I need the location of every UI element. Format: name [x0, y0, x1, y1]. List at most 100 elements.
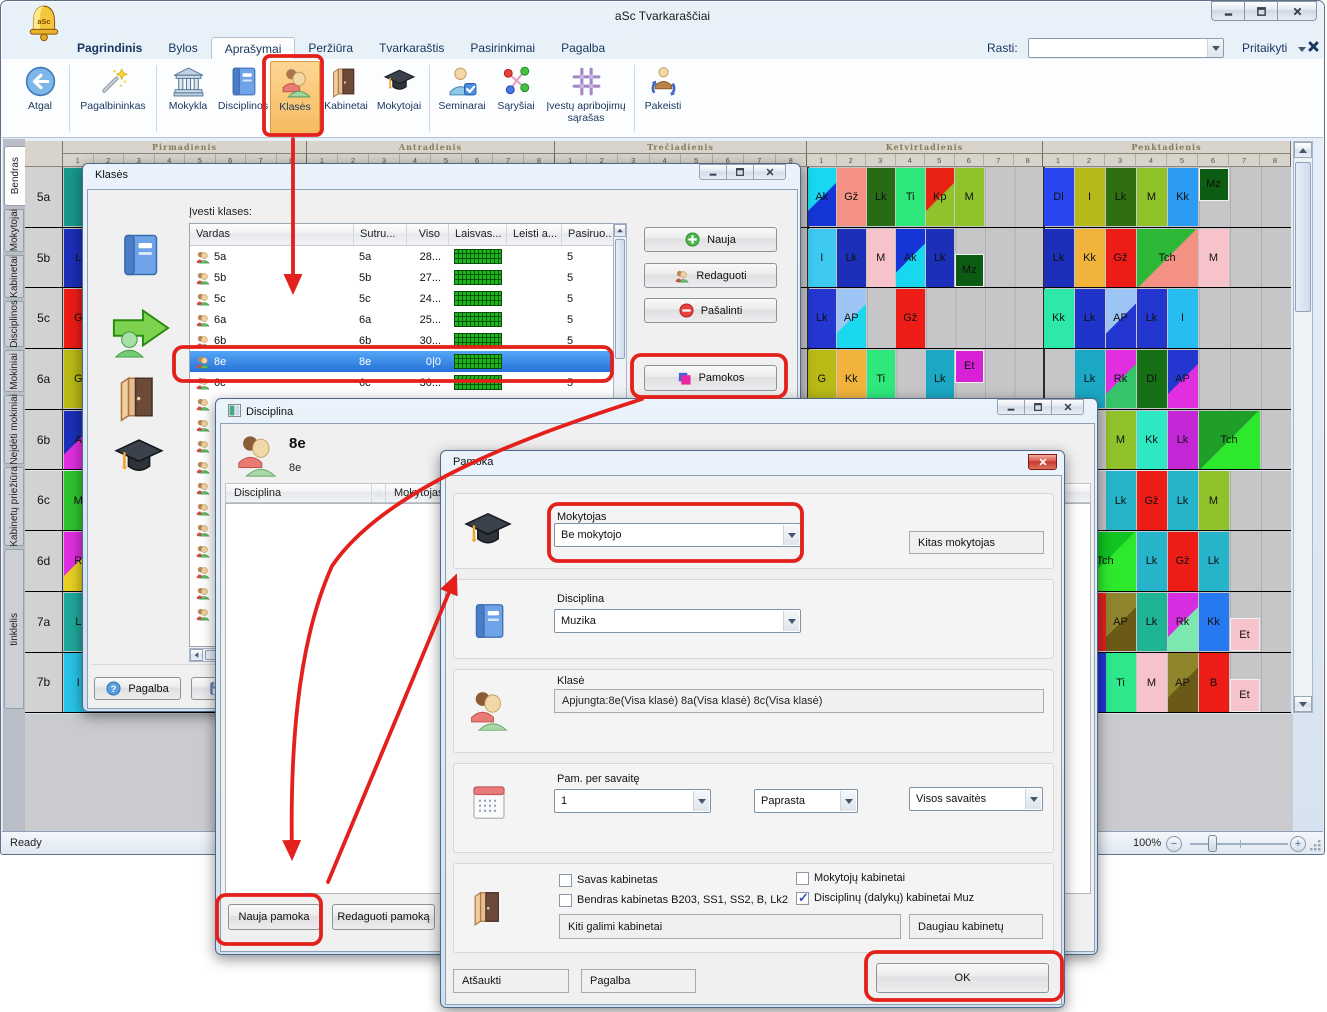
lesson-cell-ak[interactable]: Ak — [896, 229, 925, 288]
lesson-cell-lk[interactable]: Lk — [808, 289, 837, 348]
checkbox-icon[interactable] — [559, 874, 572, 887]
lessons-button[interactable]: Pamokos — [644, 365, 777, 391]
side-tab-bendras[interactable]: Bendras — [4, 146, 25, 206]
lesson-cell-kk[interactable]: Kk — [1044, 289, 1074, 348]
scroll-up-icon[interactable] — [1294, 142, 1312, 158]
lesson-cell-lk[interactable]: Lk — [926, 229, 955, 288]
checkbox-checked-icon[interactable] — [796, 892, 809, 905]
maximize-button[interactable] — [1024, 399, 1052, 415]
toolbar-button-sąryšiai[interactable]: Sąryšiai — [491, 61, 541, 136]
table-row-6b[interactable]: 6b6b30...5 — [190, 330, 626, 351]
minimize-button[interactable] — [997, 399, 1025, 415]
side-tab-kabinetų-priežiūra[interactable]: Kabinetų priežiūra — [4, 467, 24, 546]
toolbar-button-pakeisti[interactable]: Pakeisti — [638, 61, 688, 136]
teacher-select[interactable]: Be mokytojo — [554, 523, 801, 547]
graduation-cap-icon[interactable] — [106, 432, 172, 484]
shared-room-checkbox[interactable]: Bendras kabinetas B203, SS1, SS2, B, Lk2 — [559, 894, 788, 907]
find-input[interactable] — [1028, 38, 1224, 58]
door-icon[interactable] — [116, 367, 166, 427]
toolbar-button-seminarai[interactable]: Seminarai — [433, 61, 491, 136]
lesson-cell-mz[interactable]: Mz — [955, 254, 984, 287]
side-tab-mokiniai[interactable]: Mokiniai — [4, 350, 24, 392]
column-header-sutru[interactable]: Sutru... — [354, 224, 407, 245]
lesson-cell-mz[interactable]: Mz — [1199, 168, 1229, 201]
lesson-cell-m[interactable]: M — [867, 229, 896, 288]
new-class-button[interactable]: Nauja — [644, 227, 777, 252]
toolbar-button-mokykla[interactable]: Mokykla — [160, 61, 216, 136]
scrollbar-thumb[interactable] — [1295, 162, 1311, 312]
lesson-cell-m[interactable]: M — [955, 168, 984, 227]
lesson-cell-lk[interactable]: Lk — [867, 168, 896, 227]
scroll-up-icon[interactable] — [614, 224, 626, 237]
lesson-cell-b[interactable]: B — [1199, 653, 1229, 712]
scrollbar-thumb[interactable] — [615, 239, 625, 359]
lesson-cell-lk[interactable]: Lk — [837, 229, 866, 288]
lesson-cell-dl[interactable]: Dl — [1137, 350, 1167, 409]
menu-tab-pagalba[interactable]: Pagalba — [548, 37, 618, 59]
search-close-icon[interactable] — [1307, 40, 1321, 54]
close-button[interactable] — [1277, 1, 1317, 21]
column-header-pasiruo[interactable]: Pasiruo.. — [562, 224, 614, 245]
zoom-slider-thumb[interactable] — [1208, 835, 1217, 852]
side-tab-kabinetai[interactable]: Kabinetai — [4, 255, 24, 298]
menu-tab-aprašymai[interactable]: Aprašymai — [211, 37, 296, 59]
subject-select[interactable]: Muzika — [554, 609, 801, 633]
lesson-cell-et[interactable]: Et — [1230, 679, 1260, 712]
row-header-6a[interactable]: 6a — [25, 349, 63, 410]
column-header-laisvas[interactable]: Laisvas... — [449, 224, 507, 245]
table-row-6a[interactable]: 6a6a25...5 — [190, 309, 626, 330]
other-teacher-button[interactable]: Kitas mokytojas — [909, 531, 1044, 554]
zoom-in-button[interactable]: + — [1290, 836, 1306, 852]
lesson-cell-gž[interactable]: Gž — [896, 289, 925, 348]
minimize-button[interactable] — [1211, 1, 1245, 21]
lesson-cell-ap[interactable]: AP — [1168, 350, 1198, 409]
lesson-cell-m[interactable]: M — [1199, 229, 1229, 288]
chevron-down-icon[interactable] — [783, 611, 799, 631]
checkbox-icon[interactable] — [796, 872, 809, 885]
lesson-cell-lk[interactable]: Lk — [1106, 168, 1136, 227]
lesson-cell-gž[interactable]: Gž — [837, 168, 866, 227]
column-header-vardas[interactable]: Vardas — [190, 224, 354, 245]
ok-button[interactable]: OK — [876, 963, 1049, 993]
zoom-slider-track[interactable] — [1190, 843, 1288, 845]
row-header-5a[interactable]: 5a — [25, 167, 63, 228]
weeks-select[interactable]: Visos savaitės — [909, 787, 1043, 811]
apply-button[interactable]: Pritaikyti — [1242, 41, 1287, 55]
table-row-6c[interactable]: 6c6c30...5 — [190, 372, 626, 393]
lesson-cell-lk[interactable]: Lk — [1137, 593, 1167, 652]
row-header-5b[interactable]: 5b — [25, 228, 63, 289]
own-room-checkbox[interactable]: Savas kabinetas — [559, 874, 658, 887]
lesson-cell-m[interactable]: M — [1199, 471, 1229, 530]
maximize-button[interactable] — [1244, 1, 1278, 21]
column-header-leisti-a[interactable]: Leisti a... — [507, 224, 562, 245]
lesson-cell-i[interactable]: I — [1075, 168, 1105, 227]
timetable-vertical-scrollbar[interactable] — [1293, 141, 1313, 713]
lesson-cell-lk[interactable]: Lk — [1106, 471, 1136, 530]
toolbar-button-pagalbininkas[interactable]: Pagalbininkas — [73, 61, 153, 136]
lesson-cell-m[interactable]: M — [1137, 168, 1167, 227]
more-rooms-button[interactable]: Daugiau kabinetų — [909, 914, 1043, 939]
delete-class-button[interactable]: Pašalinti — [644, 298, 777, 323]
checkbox-icon[interactable] — [559, 894, 572, 907]
edit-class-button[interactable]: Redaguoti — [644, 263, 777, 288]
side-tab-tinklelis[interactable]: tinklelis — [4, 549, 24, 709]
lesson-cell-gž[interactable]: Gž — [1168, 532, 1198, 591]
lesson-cell-kk[interactable]: Kk — [1137, 411, 1167, 470]
table-row-5b[interactable]: 5b5b27...5 — [190, 267, 626, 288]
chevron-down-icon[interactable] — [840, 791, 856, 811]
class-value-field[interactable]: Apjungta:8e(Visa klasė) 8a(Visa klasė) 8… — [554, 689, 1044, 713]
lesson-cell-lk[interactable]: Lk — [1044, 229, 1074, 288]
row-header-6c[interactable]: 6c — [25, 471, 63, 532]
lesson-cell-tch[interactable]: Tch — [1137, 229, 1198, 288]
lesson-cell-dl[interactable]: Dl — [1044, 168, 1074, 227]
lesson-cell-kk[interactable]: Kk — [1199, 593, 1229, 652]
new-lesson-button[interactable]: Nauja pamoka — [228, 904, 320, 930]
subject-rooms-checkbox[interactable]: Disciplinų (dalykų) kabinetai Muz — [796, 892, 974, 905]
close-button[interactable] — [753, 164, 786, 180]
lesson-cell-et[interactable]: Et — [1230, 618, 1260, 651]
lesson-type-select[interactable]: Paprasta — [754, 789, 858, 813]
lesson-cell-ak[interactable]: Ak — [808, 168, 837, 227]
lesson-cell-ap[interactable]: AP — [1168, 653, 1198, 712]
lesson-cell-gž[interactable]: Gž — [1106, 229, 1136, 288]
lesson-cell-tch[interactable]: Tch — [1199, 411, 1260, 470]
